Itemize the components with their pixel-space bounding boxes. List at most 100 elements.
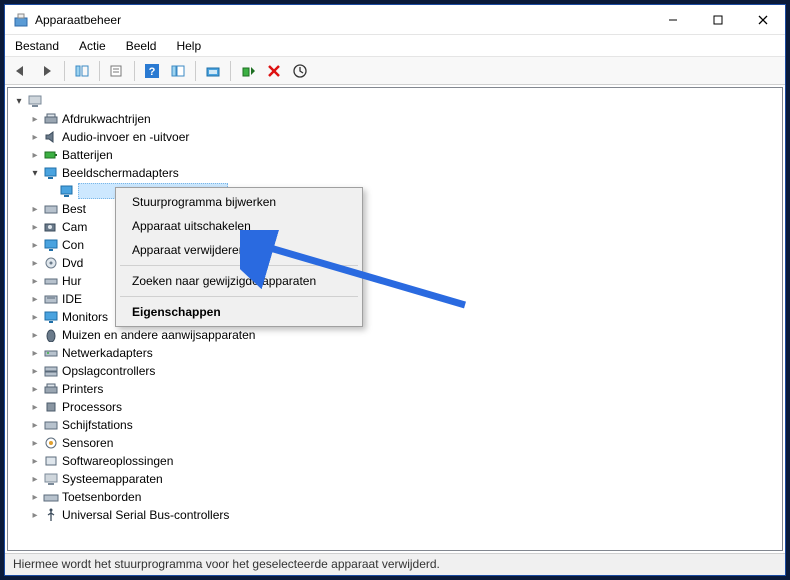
tree-item-label: Con: [62, 238, 84, 252]
ctx-uninstall-device[interactable]: Apparaat verwijderen: [118, 238, 360, 262]
tree-item-label: Hur: [62, 274, 81, 288]
disk-icon: [43, 417, 59, 433]
minimize-button[interactable]: [650, 5, 695, 34]
sensor-icon: [43, 435, 59, 451]
tree-item-display-adapters[interactable]: Beeldschermadapters: [12, 164, 782, 182]
tree-root[interactable]: [12, 92, 782, 110]
chevron-right-icon[interactable]: [28, 114, 42, 125]
toolbar-separator: [99, 61, 100, 81]
cpu-icon: [43, 399, 59, 415]
menu-action[interactable]: Actie: [75, 37, 110, 55]
menu-file[interactable]: Bestand: [11, 37, 63, 55]
tree-item-system[interactable]: Systeemapparaten: [12, 470, 782, 488]
tree-item-software[interactable]: Softwareoplossingen: [12, 452, 782, 470]
disc-icon: [43, 255, 59, 271]
update-driver-button[interactable]: [288, 59, 312, 83]
app-icon: [13, 12, 29, 28]
chevron-right-icon[interactable]: [28, 240, 42, 251]
chevron-right-icon[interactable]: [28, 492, 42, 503]
ctx-scan-hardware[interactable]: Zoeken naar gewijzigde apparaten: [118, 269, 360, 293]
chevron-right-icon[interactable]: [28, 510, 42, 521]
tree-item-storage[interactable]: Opslagcontrollers: [12, 362, 782, 380]
chevron-right-icon[interactable]: [28, 384, 42, 395]
chevron-right-icon[interactable]: [28, 276, 42, 287]
toolbar-separator: [64, 61, 65, 81]
show-hide-tree-button[interactable]: [70, 59, 94, 83]
camera-icon: [43, 219, 59, 235]
chevron-right-icon[interactable]: [28, 456, 42, 467]
tree-item-label: Systeemapparaten: [62, 472, 163, 486]
software-icon: [43, 453, 59, 469]
chevron-right-icon[interactable]: [28, 438, 42, 449]
tree-item-label: Universal Serial Bus-controllers: [62, 508, 229, 522]
chevron-right-icon[interactable]: [28, 366, 42, 377]
mouse-icon: [43, 327, 59, 343]
chevron-down-icon[interactable]: [28, 168, 42, 179]
tree-item-mice[interactable]: Muizen en andere aanwijsapparaten: [12, 326, 782, 344]
tree-item-label: Netwerkadapters: [62, 346, 153, 360]
uninstall-device-button[interactable]: [262, 59, 286, 83]
menu-help[interactable]: Help: [172, 37, 205, 55]
chevron-right-icon[interactable]: [28, 312, 42, 323]
chevron-right-icon[interactable]: [28, 402, 42, 413]
chevron-right-icon[interactable]: [28, 222, 42, 233]
tree-item-network[interactable]: Netwerkadapters: [12, 344, 782, 362]
svg-text:?: ?: [149, 66, 156, 78]
tree-item-label: Batterijen: [62, 148, 113, 162]
tree-item-label: Processors: [62, 400, 122, 414]
chevron-right-icon[interactable]: [28, 420, 42, 431]
tree-item-label: Sensoren: [62, 436, 113, 450]
scan-hardware-button[interactable]: [201, 59, 225, 83]
help-button[interactable]: ?: [140, 59, 164, 83]
menubar: Bestand Actie Beeld Help: [5, 35, 785, 57]
tree-item-sensors[interactable]: Sensoren: [12, 434, 782, 452]
tree-item-label: Dvd: [62, 256, 83, 270]
tree-item-keyboards[interactable]: Toetsenborden: [12, 488, 782, 506]
window-title: Apparaatbeheer: [35, 13, 650, 27]
tree-item-label: Toetsenborden: [62, 490, 141, 504]
computer-icon: [27, 93, 43, 109]
chevron-right-icon[interactable]: [28, 348, 42, 359]
export-button[interactable]: [166, 59, 190, 83]
tree-item-label: Beeldschermadapters: [62, 166, 179, 180]
forward-button[interactable]: [35, 59, 59, 83]
window-buttons: [650, 5, 785, 34]
tree-item-label: Softwareoplossingen: [62, 454, 173, 468]
tree-item-printers[interactable]: Printers: [12, 380, 782, 398]
tree-item-disks[interactable]: Schijfstations: [12, 416, 782, 434]
monitor-icon: [43, 309, 59, 325]
tree-item-batteries[interactable]: Batterijen: [12, 146, 782, 164]
tree-item-label: Audio-invoer en -uitvoer: [62, 130, 189, 144]
chevron-right-icon[interactable]: [28, 474, 42, 485]
ctx-properties[interactable]: Eigenschappen: [118, 300, 360, 324]
chevron-right-icon[interactable]: [28, 132, 42, 143]
tree-item-label: Schijfstations: [62, 418, 133, 432]
chevron-right-icon[interactable]: [28, 204, 42, 215]
tree-item-print-queues[interactable]: Afdrukwachtrijen: [12, 110, 782, 128]
tree-item-audio[interactable]: Audio-invoer en -uitvoer: [12, 128, 782, 146]
battery-icon: [43, 147, 59, 163]
chevron-down-icon[interactable]: [12, 96, 26, 107]
close-button[interactable]: [740, 5, 785, 34]
enable-device-button[interactable]: [236, 59, 260, 83]
properties-button[interactable]: [105, 59, 129, 83]
menu-view[interactable]: Beeld: [122, 37, 161, 55]
maximize-button[interactable]: [695, 5, 740, 34]
context-menu: Stuurprogramma bijwerken Apparaat uitsch…: [115, 187, 363, 327]
chevron-right-icon[interactable]: [28, 330, 42, 341]
printer-icon: [43, 111, 59, 127]
ctx-disable-device[interactable]: Apparaat uitschakelen: [118, 214, 360, 238]
chevron-right-icon[interactable]: [28, 150, 42, 161]
ctx-update-driver[interactable]: Stuurprogramma bijwerken: [118, 190, 360, 214]
hid-icon: [43, 273, 59, 289]
controller-icon: [43, 291, 59, 307]
chevron-right-icon[interactable]: [28, 294, 42, 305]
tree-item-usb[interactable]: Universal Serial Bus-controllers: [12, 506, 782, 524]
usb-icon: [43, 507, 59, 523]
tree-item-processors[interactable]: Processors: [12, 398, 782, 416]
tree-item-label: Cam: [62, 220, 87, 234]
toolbar: ?: [5, 57, 785, 85]
back-button[interactable]: [9, 59, 33, 83]
titlebar: Apparaatbeheer: [5, 5, 785, 35]
chevron-right-icon[interactable]: [28, 258, 42, 269]
